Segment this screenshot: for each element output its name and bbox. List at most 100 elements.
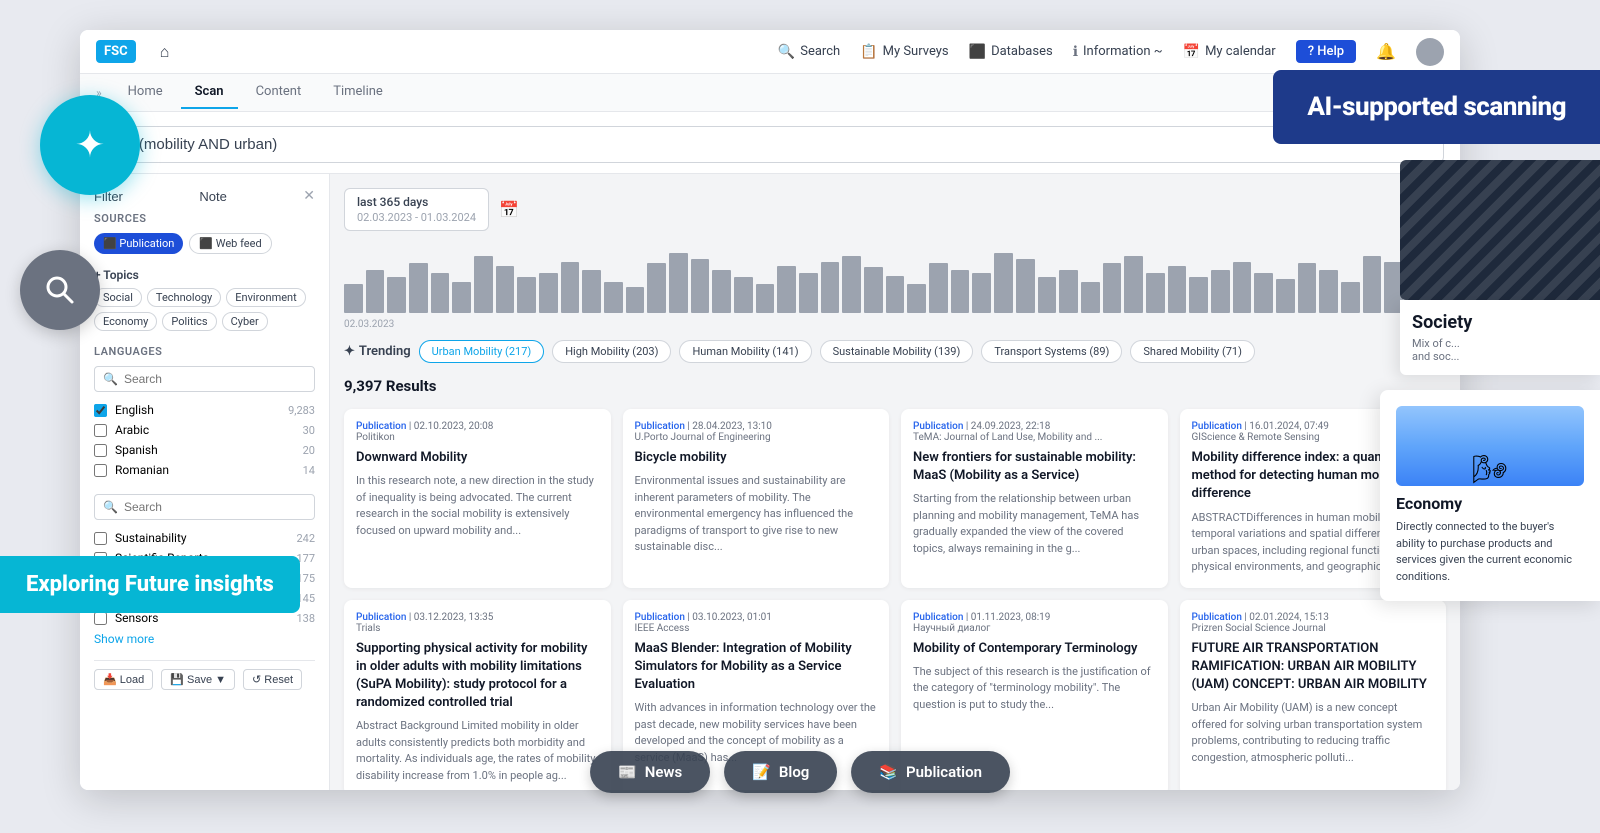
exploring-banner: Exploring Future insights (0, 556, 300, 613)
information-nav-item[interactable]: ℹ Information ~ (1073, 44, 1163, 60)
lang-english-label: English (115, 403, 154, 417)
bar (1233, 262, 1252, 313)
bar-chart (344, 243, 1446, 313)
trend-tag-sustainable[interactable]: Sustainable Mobility (139) (820, 340, 974, 363)
close-icon[interactable]: ✕ (303, 188, 315, 204)
right-overlay-cards: Society Mix of c...and soc... (1400, 160, 1600, 375)
card-title-5[interactable]: MaaS Blender: Integration of Mobility Si… (635, 640, 878, 695)
bar (344, 284, 363, 313)
lang-english-checkbox[interactable] (94, 404, 107, 417)
blog-icon: 📝 (752, 763, 771, 781)
trend-tag-human[interactable]: Human Mobility (141) (679, 340, 811, 363)
card-title-0[interactable]: Downward Mobility (356, 449, 599, 467)
lang-spanish-checkbox[interactable] (94, 444, 107, 457)
card-title-6[interactable]: Mobility of Contemporary Terminology (913, 640, 1156, 658)
trending-label: ✦ Trending (344, 344, 411, 359)
lang-romanian-label: Romanian (115, 463, 169, 477)
bar (582, 270, 601, 313)
trending-row: ✦ Trending Urban Mobility (217) High Mob… (344, 340, 1446, 363)
calendar-picker-icon[interactable]: 📅 (499, 200, 519, 219)
table-row: Publication | 28.04.2023, 13:10 U.Porto … (623, 409, 890, 588)
bar (669, 253, 688, 313)
bar (1124, 256, 1143, 313)
topic-social[interactable]: Social (94, 288, 142, 307)
tab-home[interactable]: Home (114, 76, 177, 109)
card-title-2[interactable]: New frontiers for sustainable mobility: … (913, 449, 1156, 485)
publication-bottom-button[interactable]: 📚 Publication (851, 751, 1010, 793)
news-bottom-button[interactable]: 📰 News (590, 751, 710, 793)
bar (626, 287, 645, 313)
show-more-link[interactable]: Show more (94, 632, 315, 646)
economy-overlay: 🌬 Economy Directly connected to the buye… (1380, 390, 1600, 601)
trend-tag-urban[interactable]: Urban Mobility (217) (419, 340, 545, 363)
bar (1146, 273, 1165, 313)
databases-icon: ⬛ (969, 44, 986, 60)
topic-tags: Social Technology Environment Economy Po… (94, 288, 315, 331)
search-input[interactable] (139, 136, 1429, 153)
bar (1211, 270, 1230, 313)
lang-romanian-checkbox[interactable] (94, 464, 107, 477)
sidebar-bottom-toolbar: 📥 Load 💾 Save ▼ ↺ Reset (94, 660, 315, 698)
tab-scan[interactable]: Scan (181, 76, 238, 109)
load-button[interactable]: 📥 Load (94, 669, 153, 690)
trend-tag-shared[interactable]: Shared Mobility (71) (1130, 340, 1255, 363)
card-body-2: Starting from the relationship between u… (913, 491, 1156, 557)
topic-technology[interactable]: Technology (147, 288, 221, 307)
source-tags: ⬛ Publication ⬛ Web feed (94, 233, 315, 254)
trend-tag-high[interactable]: High Mobility (203) (552, 340, 671, 363)
bar (496, 266, 515, 313)
card-title-7[interactable]: FUTURE AIR TRANSPORTATION RAMIFICATION: … (1192, 640, 1435, 695)
topic-environment[interactable]: Environment (226, 288, 305, 307)
bar (1189, 277, 1208, 313)
lang-search-box: 🔍 (94, 366, 315, 392)
source-sustainability-checkbox[interactable] (94, 532, 107, 545)
databases-label: Databases (991, 44, 1053, 59)
reset-button[interactable]: ↺ Reset (243, 669, 302, 690)
wind-turbine-icon: 🌬 (1472, 453, 1508, 486)
note-button[interactable]: Note (199, 189, 226, 204)
languages-title: Languages (94, 345, 315, 358)
browser-window: FSC ⌂ 🔍 Search 📋 My Surveys ⬛ Databases … (80, 30, 1460, 790)
lang-spanish-count: 20 (303, 444, 315, 457)
source-sensors-label: Sensors (115, 611, 158, 625)
search-nav-item[interactable]: 🔍 Search (778, 44, 840, 60)
card-title-1[interactable]: Bicycle mobility (635, 449, 878, 467)
float-search-circle (20, 250, 100, 330)
home-icon[interactable]: ⌂ (160, 42, 170, 62)
pub-badge-5: Publication (635, 612, 685, 623)
trend-tag-transport[interactable]: Transport Systems (89) (981, 340, 1122, 363)
bar (387, 277, 406, 313)
save-button[interactable]: 💾 Save ▼ (161, 669, 235, 690)
card-title-4[interactable]: Supporting physical activity for mobilit… (356, 640, 599, 713)
bar (691, 259, 710, 313)
databases-nav-item[interactable]: ⬛ Databases (969, 44, 1053, 60)
source-sensors-count: 138 (296, 612, 315, 625)
my-surveys-nav-item[interactable]: 📋 My Surveys (860, 44, 948, 60)
source-tag-webfeed[interactable]: ⬛ Web feed (189, 233, 271, 254)
tab-timeline[interactable]: Timeline (319, 76, 397, 109)
card-meta-2: Publication | 24.09.2023, 22:18 TeMA: Jo… (913, 421, 1156, 443)
source-sensors-checkbox[interactable] (94, 612, 107, 625)
table-row: Publication | 02.10.2023, 20:08 Politiko… (344, 409, 611, 588)
topic-politics[interactable]: Politics (162, 312, 216, 331)
tab-content[interactable]: Content (242, 76, 316, 109)
search-nav-icon: 🔍 (778, 44, 795, 60)
avatar[interactable] (1416, 38, 1444, 66)
lang-romanian: Romanian 14 (94, 460, 315, 480)
source-tag-publication[interactable]: ⬛ Publication (94, 233, 183, 254)
blog-bottom-button[interactable]: 📝 Blog (724, 751, 837, 793)
sources-search-input[interactable] (124, 500, 306, 514)
lang-english: English 9,283 (94, 400, 315, 420)
lang-search-input[interactable] (124, 372, 306, 386)
card-body-1: Environmental issues and sustainability … (635, 473, 878, 556)
topic-cyber[interactable]: Cyber (222, 312, 268, 331)
date-range-box[interactable]: last 365 days 02.03.2023 - 01.03.2024 (344, 188, 489, 231)
bell-icon[interactable]: 🔔 (1376, 42, 1396, 61)
calendar-nav-item[interactable]: 📅 My calendar (1183, 44, 1276, 60)
help-button[interactable]: ? Help (1296, 40, 1356, 63)
chart-date-label: 02.03.2023 (344, 319, 1446, 330)
topic-economy[interactable]: Economy (94, 312, 157, 331)
pub-badge-1: Publication (635, 421, 685, 432)
source-sustainability: Sustainability 242 (94, 528, 315, 548)
lang-arabic-checkbox[interactable] (94, 424, 107, 437)
